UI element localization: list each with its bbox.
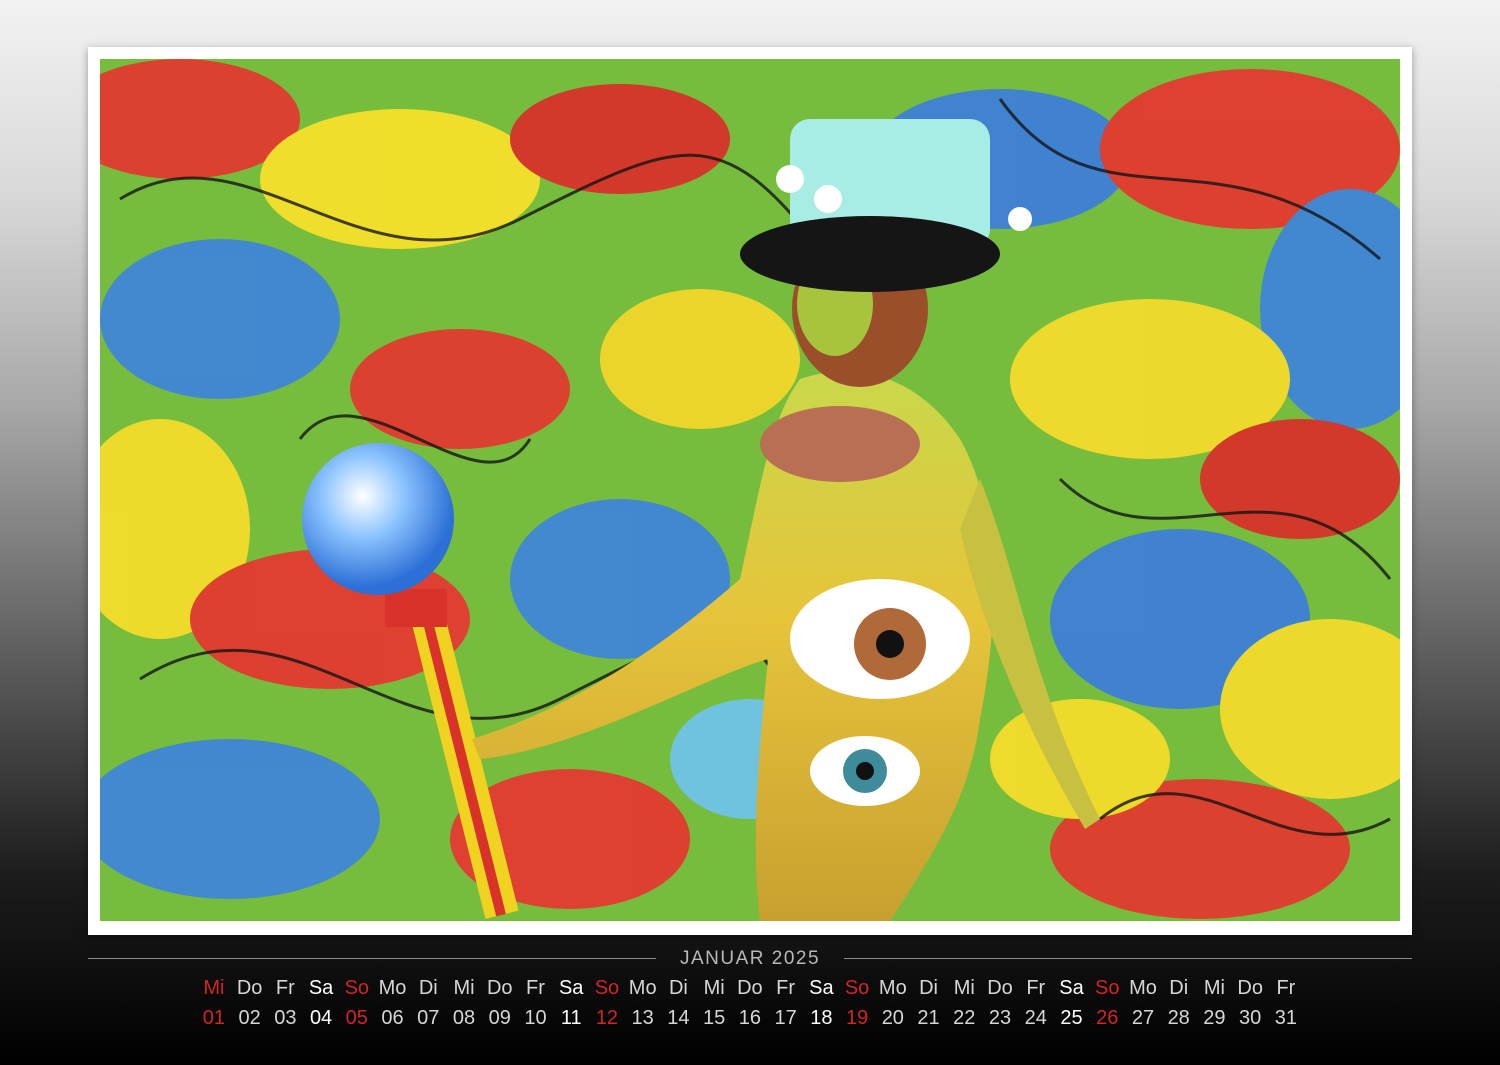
weekday-label: So (344, 977, 370, 999)
date-number: 13 (631, 1007, 654, 1029)
weekday-label: Do (1237, 977, 1263, 999)
weekday-label: So (594, 977, 620, 999)
photo-frame (88, 47, 1412, 935)
date-number: 03 (274, 1007, 297, 1029)
date-number: 05 (345, 1007, 368, 1029)
weekday-label: Mo (378, 977, 407, 999)
date-number: 29 (1203, 1007, 1226, 1029)
date-number: 26 (1096, 1007, 1119, 1029)
date-number: 25 (1060, 1007, 1083, 1029)
weekday-label: Sa (1059, 977, 1084, 999)
weekday-label: Di (668, 977, 688, 999)
weekday-label: Fr (1026, 977, 1046, 999)
date-number: 28 (1167, 1007, 1190, 1029)
date-number: 21 (917, 1007, 940, 1029)
month-title: JANUAR 2025 (679, 948, 821, 969)
date-number: 27 (1131, 1007, 1155, 1029)
date-number: 09 (488, 1007, 511, 1029)
date-number: 22 (953, 1007, 976, 1029)
weekday-label: Do (737, 977, 763, 999)
weekday-label: Mi (453, 977, 475, 999)
weekday-label: Mo (1129, 977, 1157, 999)
weekday-label: Sa (809, 977, 834, 999)
weekday-label: Di (418, 977, 438, 999)
weekday-label: Mi (953, 977, 975, 999)
weekday-label: Mi (203, 977, 225, 999)
date-number: 10 (524, 1007, 547, 1029)
weekday-label: Do (236, 977, 263, 999)
date-number: 24 (1024, 1007, 1047, 1029)
bodypaint-artwork-photo (100, 59, 1400, 921)
weekday-label: Mi (703, 977, 725, 999)
divider-line-right (844, 958, 1412, 959)
weekday-label: Mo (878, 977, 907, 999)
weekday-label: Mo (628, 977, 657, 999)
date-number: 23 (988, 1007, 1012, 1029)
weekday-label: Sa (308, 977, 334, 999)
weekday-row: Mi Do Fr Sa So Mo Di Mi Do Fr Sa So Mo Di Mi Do Fr Sa So Mo… (196, 973, 1304, 1003)
date-number: 14 (667, 1007, 690, 1029)
month-header: JANUAR 2025 (88, 946, 1412, 972)
date-number: 01 (202, 1007, 225, 1029)
divider-line-left (88, 958, 656, 959)
date-number: 20 (881, 1007, 904, 1029)
date-number: 16 (738, 1007, 761, 1029)
date-number: 02 (238, 1007, 261, 1029)
date-number: 06 (381, 1007, 404, 1029)
weekday-label: Do (486, 977, 513, 999)
weekday-label: Fr (776, 977, 796, 999)
weekday-label: Di (919, 977, 938, 999)
date-number: 12 (595, 1007, 619, 1029)
date-number: 31 (1274, 1007, 1298, 1029)
weekday-label: So (1094, 977, 1120, 999)
weekday-label: Sa (558, 977, 584, 999)
date-number: 18 (810, 1007, 833, 1029)
weekday-label: Fr (1276, 977, 1296, 999)
date-number: 17 (774, 1007, 797, 1029)
date-number: 15 (703, 1007, 726, 1029)
date-number: 04 (309, 1007, 333, 1029)
date-row: 01 02 03 04 05 06 07 08 09 10 11 12 13 14 15 16 17 18 19 20… (196, 1003, 1304, 1033)
date-number: 19 (845, 1007, 869, 1029)
weekday-label: Fr (526, 977, 545, 999)
weekday-label: Di (1169, 977, 1189, 999)
weekday-label: So (844, 977, 870, 999)
weekday-label: Fr (275, 977, 295, 999)
weekday-label: Mi (1203, 977, 1225, 999)
weekday-label: Do (987, 977, 1013, 999)
date-number: 08 (452, 1007, 476, 1029)
date-number: 30 (1239, 1007, 1262, 1029)
date-number: 07 (417, 1007, 440, 1029)
date-number: 11 (560, 1007, 582, 1029)
